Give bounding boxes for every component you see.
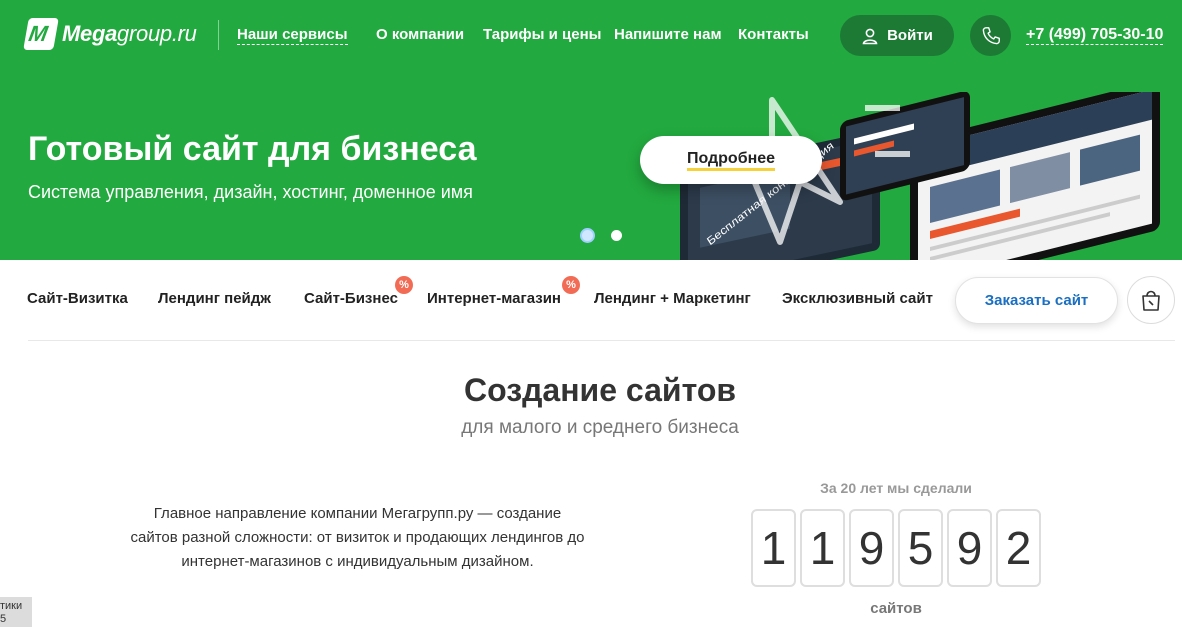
counter-label: За 20 лет мы сделали [820,480,972,496]
sites-counter: 1 1 9 5 9 2 [751,509,1041,587]
order-site-button[interactable]: Заказать сайт [955,277,1118,324]
nav-services[interactable]: Наши сервисы [237,26,348,45]
counter-digit: 9 [947,509,992,587]
description-text: Главное направление компании Мегагрупп.р… [130,505,585,570]
more-label: Подробнее [686,150,776,171]
hero-title: Готовый сайт для бизнеса [28,130,477,168]
hero-subtitle: Система управления, дизайн, хостинг, дом… [28,182,473,202]
cart-button[interactable] [1127,276,1175,324]
nav-write-us[interactable]: Напишите нам [614,26,722,43]
counter-digit: 5 [898,509,943,587]
nav-tariffs[interactable]: Тарифы и цены [483,26,601,43]
counter-digit: 2 [996,509,1041,587]
discount-badge: % [562,276,580,294]
counter-unit: сайтов [870,600,922,617]
phone-number[interactable]: +7 (499) 705-30-10 [1026,26,1164,45]
nav-contacts[interactable]: Контакты [738,26,809,43]
slider-dot-1[interactable] [580,228,595,243]
product-business[interactable]: Сайт-Бизнес [304,290,398,307]
page-title: Создание сайтов [463,372,737,408]
side-tab[interactable]: тики 5 [0,597,32,627]
product-landing-marketing[interactable]: Лендинг + Маркетинг [594,290,751,307]
phone-icon [982,26,1000,44]
more-button[interactable]: Подробнее [640,136,822,184]
discount-badge: % [395,276,413,294]
nav-company[interactable]: О компании [376,26,464,43]
section-divider [28,340,1175,341]
logo-mark-icon [23,18,59,50]
login-label: Войти [887,27,933,44]
product-vizitka[interactable]: Сайт-Визитка [27,290,128,307]
product-landing[interactable]: Лендинг пейдж [158,290,271,307]
page-subtitle: для малого и среднего бизнеса [461,417,739,438]
hero-banner: Megagroup.ru Наши сервисы О компании Тар… [0,0,1182,260]
shopping-bag-icon [1142,290,1160,311]
phone-button[interactable] [970,15,1011,56]
product-exclusive[interactable]: Эксклюзивный сайт [782,290,933,307]
login-button[interactable]: Войти [840,15,954,56]
user-icon [862,28,878,44]
logo-text: Megagroup.ru [62,21,197,46]
header-divider [218,20,219,50]
logo[interactable]: Megagroup.ru [23,18,197,50]
slider-dot-2[interactable] [611,230,622,241]
counter-digit: 1 [751,509,796,587]
counter-digit: 1 [800,509,845,587]
product-shop[interactable]: Интернет-магазин [427,290,561,307]
counter-digit: 9 [849,509,894,587]
top-navigation: Megagroup.ru Наши сервисы О компании Тар… [0,0,1182,70]
